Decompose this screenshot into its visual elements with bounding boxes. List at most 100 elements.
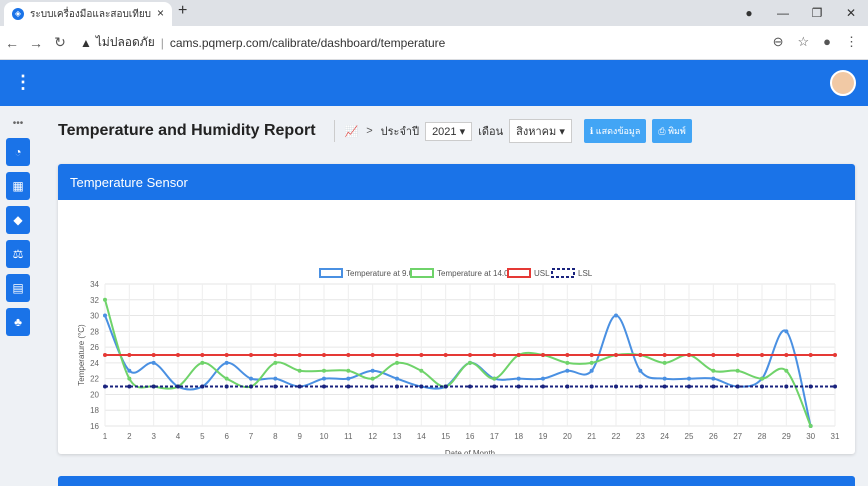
show-data-label: แสดงข้อมูล	[595, 126, 641, 136]
data-point	[735, 384, 740, 389]
data-point	[103, 384, 107, 389]
tab-close-icon[interactable]: ×	[157, 6, 164, 20]
y-tick-label: 26	[90, 343, 99, 352]
data-point	[687, 376, 691, 381]
data-point	[833, 353, 837, 357]
data-point	[176, 353, 180, 357]
data-point	[492, 384, 497, 389]
legend-swatch	[551, 268, 575, 278]
x-tick-label: 8	[273, 432, 278, 441]
data-point	[589, 368, 594, 373]
show-data-button[interactable]: ℹ แสดงข้อมูล	[583, 119, 647, 143]
data-point	[224, 384, 229, 389]
data-point	[516, 376, 521, 381]
sitemap-icon[interactable]: ♣	[6, 308, 30, 336]
data-point	[614, 353, 618, 357]
data-point	[419, 353, 424, 357]
data-point	[224, 353, 229, 357]
scale-icon[interactable]: ⚖	[6, 240, 30, 268]
data-point	[565, 384, 570, 389]
chrome-menu-icon[interactable]: ⋮	[845, 34, 858, 50]
profile-menu-icon[interactable]: ●	[732, 6, 766, 20]
url-divider: |	[160, 35, 164, 50]
data-point	[297, 368, 302, 373]
legend-label: LSL	[578, 269, 593, 278]
data-point	[589, 353, 594, 357]
month-select[interactable]: สิงหาคม ▾	[509, 119, 572, 143]
sidebar-more-icon[interactable]: •••	[0, 118, 36, 138]
data-point	[346, 384, 351, 389]
restore-icon[interactable]: ❐	[800, 6, 834, 20]
data-point	[127, 353, 132, 357]
data-point	[492, 353, 497, 357]
data-point	[249, 353, 253, 357]
close-window-icon[interactable]: ✕	[834, 6, 868, 20]
x-tick-label: 15	[441, 432, 450, 441]
data-point	[249, 376, 253, 381]
data-point	[808, 353, 813, 357]
address-bar: ← → ↻ ▲ ไม่ปลอดภัย | cams.pqmerp.com/cal…	[0, 26, 868, 60]
y-axis-title: Temperature (°C)	[77, 324, 86, 386]
data-point	[516, 353, 521, 357]
data-point	[468, 384, 472, 389]
minimize-icon[interactable]: —	[766, 6, 800, 20]
year-select[interactable]: 2021 ▾	[425, 121, 473, 141]
data-point	[687, 353, 691, 357]
omnibox[interactable]: ▲ ไม่ปลอดภัย | cams.pqmerp.com/calibrate…	[80, 33, 445, 52]
forward-icon[interactable]: →	[24, 35, 48, 51]
account-icon[interactable]: ●	[823, 34, 831, 50]
data-point	[151, 384, 156, 389]
data-point	[711, 384, 716, 389]
data-point	[370, 353, 375, 357]
dashboard-icon[interactable]: ◔	[6, 138, 30, 166]
reload-icon[interactable]: ↻	[48, 34, 72, 51]
data-point	[273, 360, 278, 365]
table-icon[interactable]: ▤	[6, 274, 30, 302]
x-tick-label: 18	[514, 432, 523, 441]
y-tick-label: 32	[90, 296, 99, 305]
inventory-icon[interactable]: ▦	[6, 172, 30, 200]
data-point	[322, 376, 326, 381]
new-tab-button[interactable]: +	[178, 2, 187, 20]
data-point	[443, 353, 448, 357]
data-point	[541, 353, 545, 357]
menu-icon[interactable]: ⋮	[14, 72, 32, 93]
data-point	[589, 360, 594, 365]
data-point	[297, 384, 302, 389]
x-tick-label: 31	[831, 432, 840, 441]
layers-icon[interactable]: ◆	[6, 206, 30, 234]
legend-swatch	[319, 268, 343, 278]
bookmark-star-icon[interactable]: ☆	[797, 34, 809, 50]
data-point	[711, 376, 716, 381]
x-tick-label: 6	[224, 432, 229, 441]
data-point	[638, 368, 643, 373]
data-point	[565, 360, 570, 365]
data-point	[419, 384, 424, 389]
y-tick-label: 24	[90, 359, 99, 368]
print-button[interactable]: ⎙ พิมพ์	[652, 119, 692, 143]
browser-tab[interactable]: ◈ ระบบเครื่องมือและสอบเทียบ ×	[4, 2, 172, 26]
data-point	[151, 360, 156, 365]
data-point	[468, 353, 472, 357]
avatar[interactable]	[830, 70, 856, 96]
data-point	[103, 297, 107, 302]
data-point	[516, 384, 521, 389]
x-tick-label: 20	[563, 432, 572, 441]
data-point	[735, 353, 740, 357]
data-point	[468, 360, 472, 365]
data-point	[541, 376, 545, 381]
zoom-icon[interactable]: ⊖	[773, 34, 784, 50]
data-point	[346, 368, 351, 373]
page-title: Temperature and Humidity Report	[58, 122, 316, 139]
data-point	[273, 376, 278, 381]
legend-label: Temperature at 14.00	[437, 269, 514, 278]
data-point	[127, 368, 132, 373]
data-point	[151, 353, 156, 357]
year-label: ประจำปี	[380, 126, 420, 138]
back-icon[interactable]: ←	[0, 35, 24, 51]
data-point	[176, 384, 180, 389]
data-point	[200, 353, 205, 357]
x-tick-label: 14	[417, 432, 426, 441]
data-point	[760, 353, 764, 357]
month-label: เดือน	[478, 126, 504, 138]
